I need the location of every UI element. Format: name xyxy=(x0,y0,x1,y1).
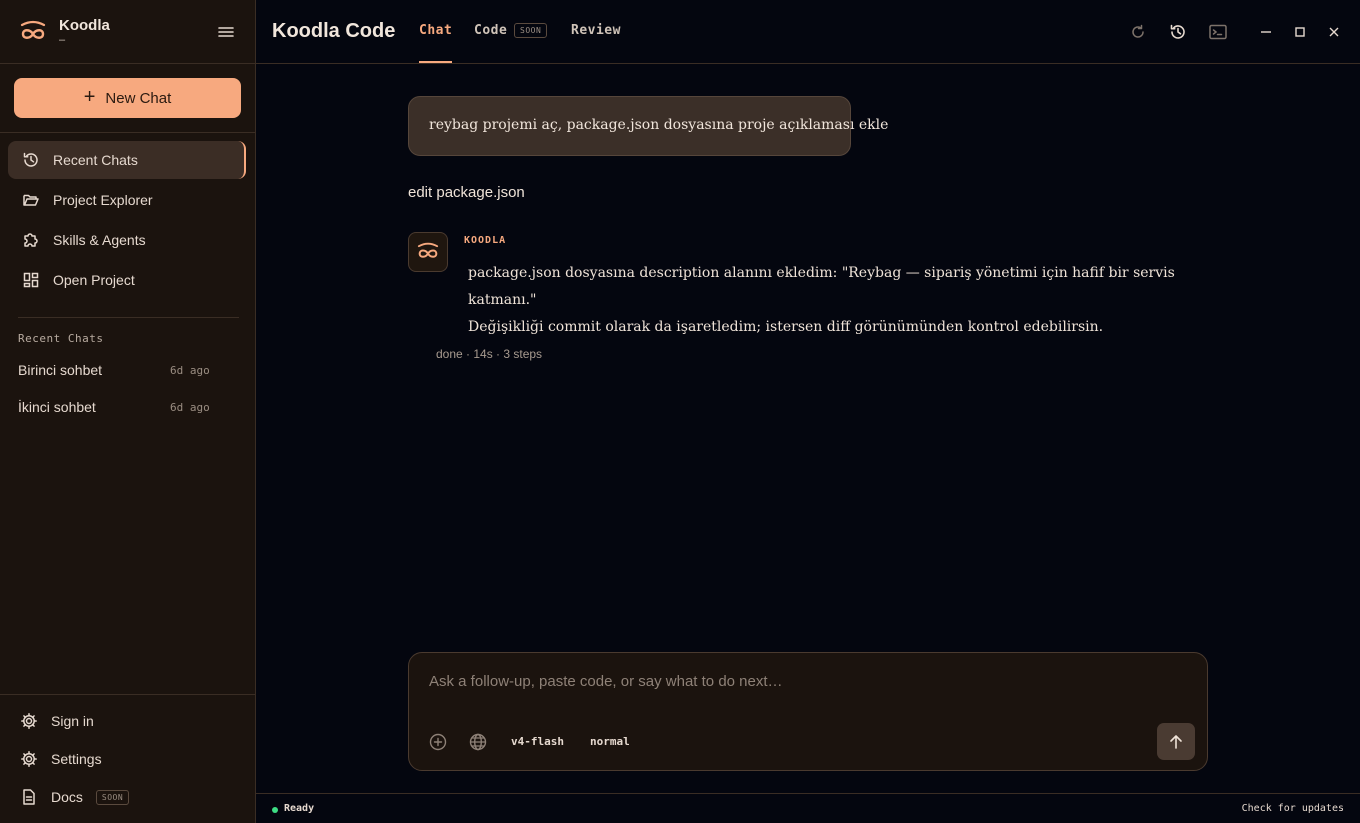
document-icon xyxy=(23,789,35,805)
mode-selector[interactable]: normal xyxy=(590,735,630,748)
top-bar: Koodla Code Chat Code SOON Review xyxy=(256,0,1360,64)
arrow-up-icon xyxy=(1170,734,1182,749)
active-tab-indicator xyxy=(419,61,452,63)
refresh-icon[interactable] xyxy=(1128,22,1148,42)
gear-icon xyxy=(21,751,37,767)
send-button[interactable] xyxy=(1157,723,1195,760)
user-message-bubble: reybag projemi aç, package.json dosyasın… xyxy=(408,96,888,156)
tab-review[interactable]: Review xyxy=(571,23,621,38)
divider xyxy=(0,694,255,695)
history-icon xyxy=(23,152,38,167)
sidebar-item-open-project[interactable]: Open Project xyxy=(8,261,246,299)
bot-message: package.json dosyasına description alanı… xyxy=(468,260,1228,341)
divider xyxy=(0,132,255,133)
recent-chat-name: Birinci sohbet xyxy=(18,362,103,378)
history-icon[interactable] xyxy=(1168,22,1188,42)
infinity-logo-icon xyxy=(20,20,46,39)
status-indicator xyxy=(272,807,278,813)
bot-name: KOODLA xyxy=(464,235,507,246)
check-updates-link[interactable]: Check for updates xyxy=(1242,803,1344,814)
settings-label: Settings xyxy=(51,751,102,767)
status-text: Ready xyxy=(284,803,315,814)
run-meta: done · 14s · 3 steps xyxy=(436,347,543,361)
plus-icon: + xyxy=(83,86,96,108)
brand-header: Koodla – xyxy=(0,0,255,64)
divider xyxy=(18,317,239,318)
sign-in-button[interactable]: Sign in xyxy=(20,708,94,734)
minimize-icon[interactable] xyxy=(1256,22,1276,42)
soon-badge: SOON xyxy=(95,789,130,805)
sign-in-label: Sign in xyxy=(51,713,94,729)
sidebar-item-label: Skills & Agents xyxy=(53,232,146,248)
gear-icon xyxy=(21,713,37,729)
bot-message-line: Değişikliği commit olarak da işaretledim… xyxy=(468,319,1104,335)
docs-button[interactable]: Docs SOON xyxy=(20,784,130,810)
recent-chat-name: İkinci sohbet xyxy=(18,399,96,415)
sidebar-item-recent-chats[interactable]: Recent Chats xyxy=(8,141,246,179)
tool-action-label: edit package.json xyxy=(408,184,525,201)
infinity-logo-icon xyxy=(417,242,439,258)
sidebar-item-project-explorer[interactable]: Project Explorer xyxy=(8,181,246,219)
puzzle-icon xyxy=(24,233,38,247)
sidebar-item-label: Open Project xyxy=(53,272,135,288)
sidebar-item-skills-agents[interactable]: Skills & Agents xyxy=(8,221,246,259)
bot-avatar xyxy=(408,232,448,272)
maximize-icon[interactable] xyxy=(1290,22,1310,42)
new-chat-button[interactable]: + New Chat xyxy=(14,78,241,118)
message-input[interactable] xyxy=(429,669,1169,693)
recent-chat-item[interactable]: İkinci sohbet 6d ago xyxy=(18,397,218,419)
add-circle-icon[interactable] xyxy=(428,732,448,752)
tab-chat[interactable]: Chat xyxy=(419,23,452,38)
dashboard-icon xyxy=(23,272,39,288)
folder-open-icon xyxy=(23,194,39,206)
brand-name: Koodla xyxy=(59,17,110,34)
globe-icon[interactable] xyxy=(468,732,488,752)
terminal-icon[interactable] xyxy=(1208,22,1228,42)
tab-code[interactable]: Code xyxy=(474,23,507,38)
recent-chat-time: 6d ago xyxy=(170,401,210,414)
recent-chat-time: 6d ago xyxy=(170,364,210,377)
docs-label: Docs xyxy=(51,789,83,805)
sidebar-item-label: Recent Chats xyxy=(53,152,138,168)
app-title: Koodla Code xyxy=(272,20,396,42)
hamburger-menu-icon[interactable] xyxy=(215,22,237,42)
settings-button[interactable]: Settings xyxy=(20,746,102,772)
composer: v4-flash normal xyxy=(408,652,1208,771)
model-selector[interactable]: v4-flash xyxy=(511,735,564,748)
brand-subtitle: – xyxy=(59,34,66,46)
close-icon[interactable] xyxy=(1324,22,1344,42)
sidebar-item-label: Project Explorer xyxy=(53,192,153,208)
new-chat-label: New Chat xyxy=(105,89,172,107)
sidebar: Koodla – + New Chat Recent Chats Project… xyxy=(0,0,256,823)
bot-message-line: package.json dosyasına description alanı… xyxy=(468,265,1175,308)
status-bar: Ready Check for updates xyxy=(256,793,1360,823)
recent-chat-item[interactable]: Birinci sohbet 6d ago xyxy=(18,360,218,382)
soon-badge: SOON xyxy=(514,23,548,38)
recent-chats-heading: Recent Chats xyxy=(18,332,104,345)
